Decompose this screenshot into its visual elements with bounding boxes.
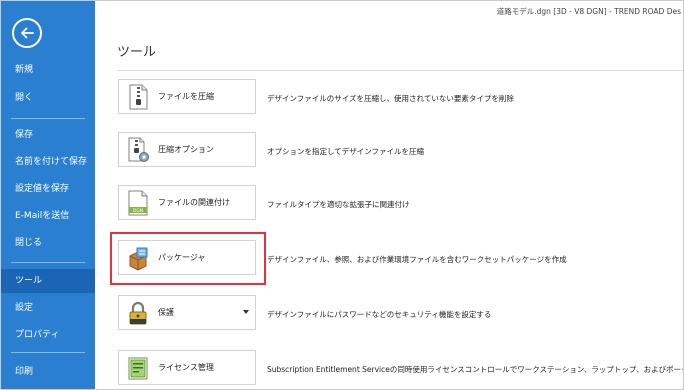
sidebar-divider	[11, 118, 85, 119]
back-button[interactable]	[12, 18, 42, 48]
protection-description: デザインファイルにパスワードなどのセキュリティ機能を設定する	[267, 310, 492, 319]
license-management-description: Subscription Entitlement Serviceの同時使用ライセ…	[267, 365, 684, 374]
compress-file-button[interactable]: ファイルを圧縮	[118, 79, 256, 114]
sidebar-item-settings[interactable]: 設定	[1, 296, 95, 320]
window-title: 道路モデル.dgn [3D - V8 DGN] - TREND ROAD Des	[496, 7, 681, 16]
sidebar-divider	[11, 352, 85, 353]
protection-dropdown-button[interactable]: 保護	[118, 295, 256, 330]
backstage-sidebar: 新規 開く 保存 名前を付けて保存 設定値を保存 E-Mailを送信 閉じる ツ…	[1, 1, 95, 389]
page-title: ツール	[117, 45, 157, 60]
sidebar-item-close[interactable]: 閉じる	[1, 231, 95, 255]
license-management-label: ライセンス管理	[158, 363, 214, 372]
sidebar-item-save-as[interactable]: 名前を付けて保存	[1, 150, 95, 174]
sidebar-item-save-settings[interactable]: 設定値を保存	[1, 177, 95, 201]
file-association-button[interactable]: DGN ファイルの関連付け	[118, 185, 256, 220]
backstage-window: 新規 開く 保存 名前を付けて保存 設定値を保存 E-Mailを送信 閉じる ツ…	[0, 0, 684, 390]
title-divider	[117, 70, 683, 71]
sidebar-divider	[11, 262, 85, 263]
sidebar-item-new[interactable]: 新規	[1, 58, 95, 82]
protection-label: 保護	[158, 308, 174, 317]
sidebar-item-save[interactable]: 保存	[1, 123, 95, 147]
file-association-icon: DGN	[126, 190, 150, 216]
title-bar: 道路モデル.dgn [3D - V8 DGN] - TREND ROAD Des	[95, 1, 683, 19]
dgn-badge-text: DGN	[133, 208, 143, 214]
compress-options-button[interactable]: 圧縮オプション	[118, 132, 256, 167]
sidebar-item-tools[interactable]: ツール	[1, 269, 95, 293]
compress-file-description: デザインファイルのサイズを圧縮し、使用されていない要素タイプを削除	[267, 94, 514, 103]
packager-button[interactable]: パッケージャ	[118, 240, 256, 275]
file-association-description: ファイルタイプを適切な拡張子に関連付け	[267, 200, 410, 209]
sidebar-item-properties[interactable]: プロパティ	[1, 323, 95, 347]
license-management-icon	[126, 355, 150, 381]
compress-file-label: ファイルを圧縮	[158, 92, 214, 101]
compress-options-label: 圧縮オプション	[158, 145, 214, 154]
sidebar-item-print[interactable]: 印刷	[1, 360, 95, 384]
packager-label: パッケージャ	[158, 253, 206, 262]
sidebar-item-send-email[interactable]: E-Mailを送信	[1, 204, 95, 228]
padlock-icon	[126, 300, 150, 326]
chevron-down-icon	[243, 310, 249, 314]
file-association-label: ファイルの関連付け	[158, 198, 230, 207]
license-management-button[interactable]: ライセンス管理	[118, 350, 256, 385]
compress-options-icon	[126, 137, 150, 163]
back-arrow-icon	[21, 27, 34, 39]
packager-icon	[126, 245, 150, 271]
sidebar-item-open[interactable]: 開く	[1, 86, 95, 110]
packager-description: デザインファイル、参照、および作業環境ファイルを含むワークセットパッケージを作成	[267, 255, 567, 264]
compress-options-description: オプションを指定してデザインファイルを圧縮	[267, 147, 425, 156]
zipper-file-icon	[126, 84, 150, 110]
